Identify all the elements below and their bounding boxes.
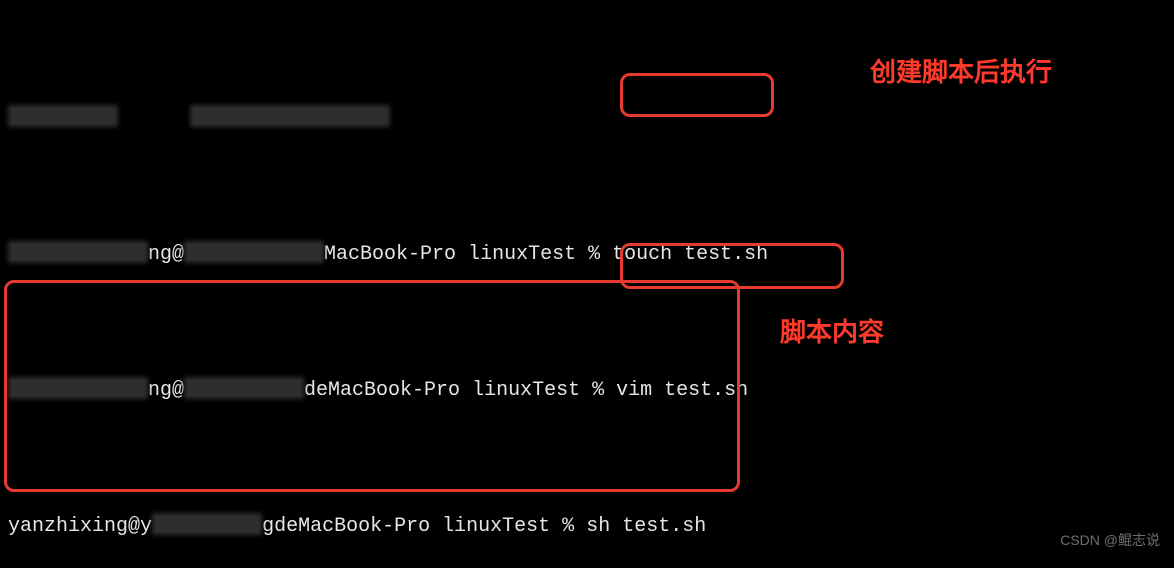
- prompt-line-touch: ng@ MacBook-Pro linuxTest % touch test.sh: [8, 238, 1166, 272]
- terminal-window[interactable]: ng@MacBook-Pro linuxTest % touch test.sh…: [0, 0, 1174, 568]
- watermark-text: CSDN @鲲志说: [1060, 530, 1160, 550]
- command-text: sh test.sh: [586, 515, 706, 538]
- cwd: linuxTest: [442, 515, 550, 538]
- command-text: touch test.sh: [612, 243, 768, 266]
- cwd: linuxTest: [468, 243, 576, 266]
- at-sign: @: [172, 243, 184, 266]
- at-sign: @: [128, 515, 140, 538]
- host-suffix: MacBook-Pro: [324, 243, 456, 266]
- host-suffix: gdeMacBook-Pro: [262, 515, 430, 538]
- host-fragment: ng: [148, 243, 172, 266]
- prompt-symbol: %: [592, 379, 604, 402]
- host-suffix: deMacBook-Pro: [304, 379, 460, 402]
- prompt-symbol: %: [588, 243, 600, 266]
- prompt-line-sh: yanzhixing@ygdeMacBook-Pro linuxTest % s…: [8, 510, 1166, 544]
- host-fragment: ng: [148, 379, 172, 402]
- at-sign: @: [172, 379, 184, 402]
- terminal-line: [8, 102, 1166, 136]
- prompt-line-vim: ng@ deMacBook-Pro linuxTest % vim test.sh: [8, 374, 1166, 408]
- cwd: linuxTest: [472, 379, 580, 402]
- username: yanzhixing: [8, 515, 128, 538]
- prompt-symbol: %: [562, 515, 574, 538]
- command-text: vim test.sh: [616, 379, 748, 402]
